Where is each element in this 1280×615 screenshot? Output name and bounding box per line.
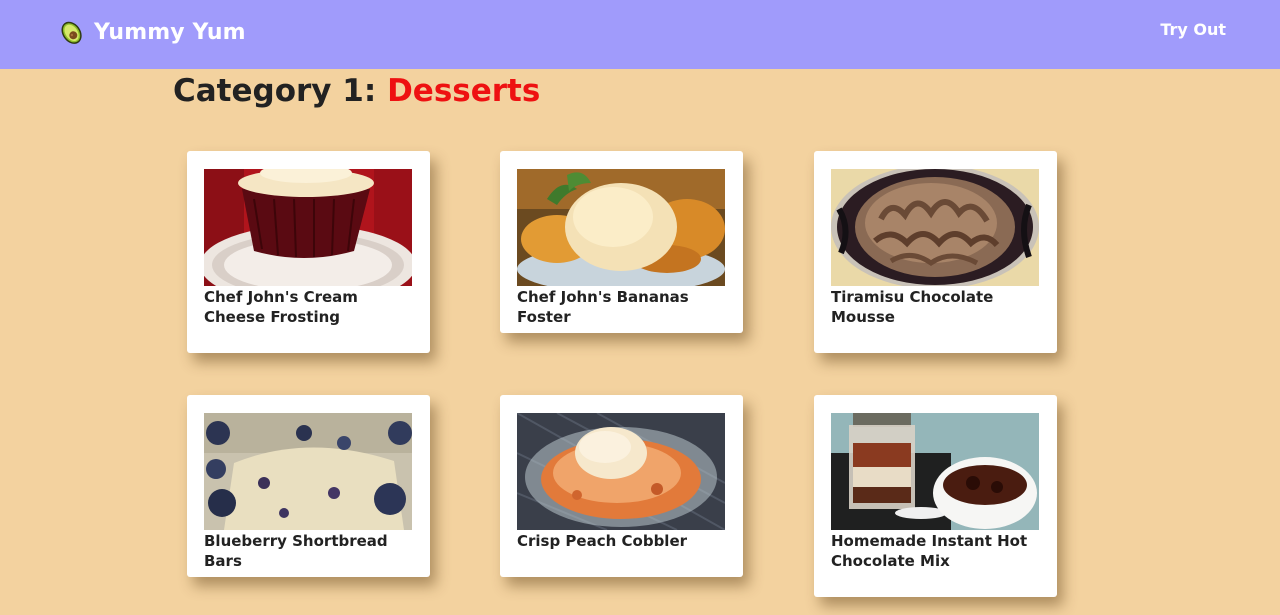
bananas-foster-photo [517, 169, 725, 286]
page-title: Category 1: Desserts [173, 70, 540, 112]
recipe-card[interactable]: Chef John's Cream Cheese Frosting [187, 151, 430, 353]
hot-chocolate-photo [831, 413, 1039, 530]
peach-cobbler-photo [517, 413, 725, 530]
recipe-card[interactable]: Blueberry Shortbread Bars [187, 395, 430, 577]
chocolate-mousse-photo [831, 169, 1039, 286]
recipe-title: Homemade Instant Hot Chocolate Mix [831, 532, 1028, 570]
recipe-title: Chef John's Bananas Foster [517, 288, 689, 326]
recipe-title: Chef John's Cream Cheese Frosting [204, 288, 358, 326]
category-name: Desserts [387, 73, 541, 109]
blueberry-bars-photo [204, 413, 412, 530]
try-out-link[interactable]: Try Out [1160, 20, 1226, 39]
recipe-title: Tiramisu Chocolate Mousse [831, 288, 994, 326]
red-velvet-cupcake-photo [204, 169, 412, 286]
recipe-title: Crisp Peach Cobbler [517, 532, 688, 550]
recipe-title: Blueberry Shortbread Bars [204, 532, 388, 570]
category-prefix: Category 1: [173, 73, 388, 109]
recipe-card[interactable]: Homemade Instant Hot Chocolate Mix [814, 395, 1057, 597]
recipe-card[interactable]: Tiramisu Chocolate Mousse [814, 151, 1057, 353]
avocado-icon [61, 21, 82, 44]
brand-link[interactable]: Yummy Yum [56, 16, 246, 48]
recipe-card[interactable]: Crisp Peach Cobbler [500, 395, 743, 577]
brand-name: Yummy Yum [94, 19, 246, 45]
recipe-card[interactable]: Chef John's Bananas Foster [500, 151, 743, 333]
navbar: Yummy Yum Try Out [0, 0, 1280, 69]
